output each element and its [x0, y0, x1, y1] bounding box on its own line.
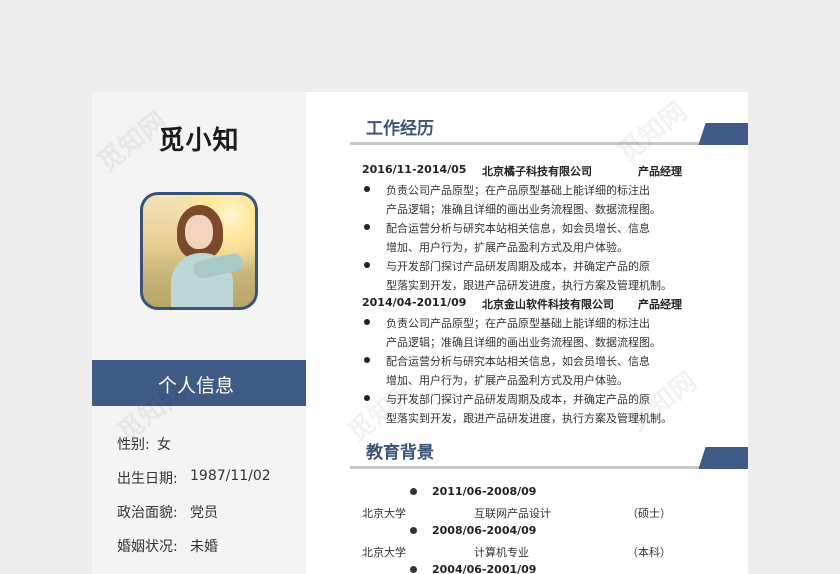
edu-major: 计算机专业: [474, 546, 529, 559]
personal-info-header: 个人信息: [92, 360, 306, 406]
job-bullet-cont: 产品逻辑；准确且详细的画出业务流程图、数据流程图。: [386, 336, 661, 349]
job-company: 北京金山软件科技有限公司: [482, 298, 614, 311]
info-value: 1987/11/02: [190, 468, 271, 484]
work-section-tab: [698, 123, 748, 145]
watermark: 觅知网: [622, 366, 703, 439]
info-label: 出生日期:: [117, 471, 178, 487]
job-header: 2016/11-2014/05 北京橘子科技有限公司 产品经理: [362, 163, 682, 178]
job-bullet: 配合运营分析与研究本站相关信息，如会员增长、信息: [364, 355, 650, 368]
job-bullet: 配合运营分析与研究本站相关信息，如会员增长、信息: [364, 222, 650, 235]
info-row-marital: 婚姻状况: 未婚: [117, 536, 218, 556]
job-bullet: 与开发部门探讨产品研发周期及成本，并确定产品的原: [364, 393, 650, 406]
info-value: 党员: [190, 505, 218, 521]
edu-row: 北京大学 计算机专业 （本科）: [362, 544, 742, 560]
watermark: 觅知网: [612, 96, 693, 169]
info-row-birth: 出生日期: 1987/11/02: [117, 468, 271, 488]
job-role: 产品经理: [638, 298, 682, 311]
profile-photo: [140, 192, 258, 310]
edu-period: 2008/06-2004/09: [409, 524, 537, 537]
photo-face: [185, 215, 213, 249]
job-bullet-cont: 增加、用户行为，扩展产品盈利方式及用户体验。: [386, 241, 628, 254]
education-section-tab: [698, 447, 748, 469]
job-bullet: 负责公司产品原型；在产品原型基础上能详细的标注出: [364, 184, 650, 197]
job-period: 2016/11-2014/05: [362, 163, 467, 176]
job-company: 北京橘子科技有限公司: [482, 165, 592, 178]
education-section-title: 教育背景: [366, 443, 434, 463]
info-label: 政治面貌:: [117, 505, 178, 521]
job-header: 2014/04-2011/09 北京金山软件科技有限公司 产品经理: [362, 296, 682, 311]
edu-degree: （硕士）: [627, 507, 671, 520]
edu-row: 北京大学 互联网产品设计 （硕士）: [362, 505, 742, 521]
info-value: 未婚: [190, 539, 218, 555]
work-section-title: 工作经历: [366, 119, 434, 139]
info-value: 女: [157, 437, 171, 453]
job-bullet-cont: 型落实到开发，跟进产品研发进度，执行方案及管理机制。: [386, 279, 672, 292]
edu-period: 2004/06-2001/09: [409, 563, 537, 574]
edu-period: 2011/06-2008/09: [409, 485, 537, 498]
job-bullet-cont: 产品逻辑；准确且详细的画出业务流程图、数据流程图。: [386, 203, 661, 216]
education-section-divider: [350, 466, 748, 469]
job-bullet-cont: 增加、用户行为，扩展产品盈利方式及用户体验。: [386, 374, 628, 387]
edu-school: 北京大学: [362, 546, 406, 559]
job-bullet: 负责公司产品原型；在产品原型基础上能详细的标注出: [364, 317, 650, 330]
job-period: 2014/04-2011/09: [362, 296, 467, 309]
job-role: 产品经理: [638, 165, 682, 178]
info-label: 婚姻状况:: [117, 539, 178, 555]
edu-major: 互联网产品设计: [474, 507, 551, 520]
job-bullet: 与开发部门探讨产品研发周期及成本，并确定产品的原: [364, 260, 650, 273]
resume-page: 觅小知 个人信息 性别: 女 出生日期: 1987/11/02 政治面貌: 党员…: [92, 92, 748, 574]
work-section-divider: [350, 142, 748, 145]
edu-school: 北京大学: [362, 507, 406, 520]
edu-degree: （本科）: [627, 546, 671, 559]
info-row-politics: 政治面貌: 党员: [117, 502, 218, 522]
